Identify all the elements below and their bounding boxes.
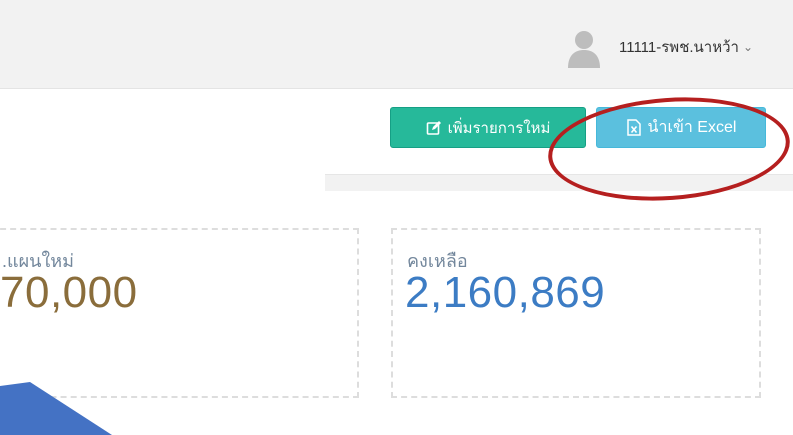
user-avatar-icon (565, 26, 603, 68)
edit-icon (426, 120, 442, 136)
planned-value: 70,000 (0, 268, 138, 317)
excel-file-icon (626, 119, 642, 136)
user-name: 11111-รพช.นาหว้า (619, 39, 739, 56)
import-excel-label: นำเข้า Excel (647, 119, 737, 136)
add-new-item-label: เพิ่มรายการใหม่ (447, 119, 551, 137)
top-navbar: 11111-รพช.นาหว้า ⌄ (0, 0, 793, 89)
import-excel-button[interactable]: นำเข้า Excel (596, 107, 766, 148)
remaining-value: 2,160,869 (405, 268, 606, 317)
add-new-item-button[interactable]: เพิ่มรายการใหม่ (390, 107, 586, 148)
action-toolbar: เพิ่มรายการใหม่ นำเข้า Excel (325, 89, 793, 174)
summary-card-planned: .แผนใหม่ 70,000 (0, 228, 359, 398)
user-menu[interactable]: 11111-รพช.นาหว้า ⌄ (565, 26, 753, 68)
toolbar-divider (325, 174, 793, 191)
summary-card-remaining: คงเหลือ 2,160,869 (391, 228, 761, 398)
chevron-down-icon: ⌄ (742, 40, 754, 54)
